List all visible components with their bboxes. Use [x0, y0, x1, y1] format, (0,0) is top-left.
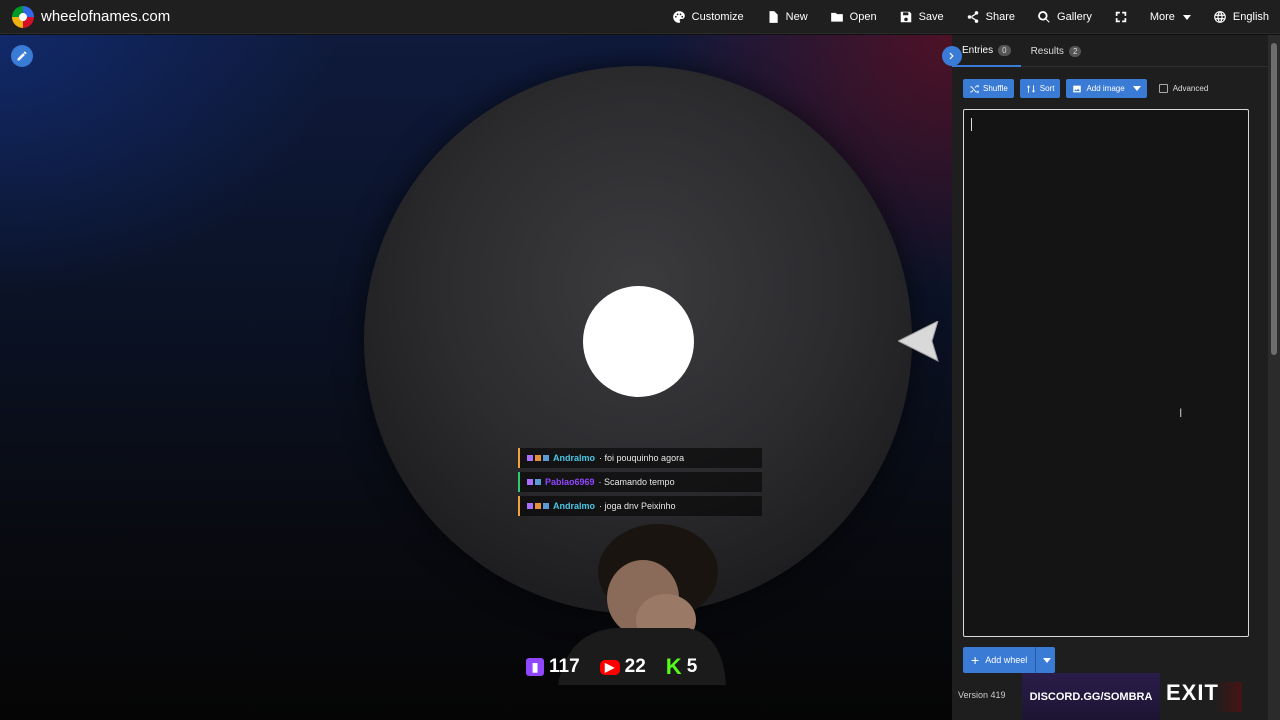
- more-button[interactable]: More: [1139, 0, 1202, 34]
- search-icon: [1038, 11, 1050, 23]
- youtube-viewers: ▶ 22: [599, 656, 646, 678]
- caret-down-icon: [1182, 14, 1191, 20]
- chat-text: · foi pouquinho agora: [599, 453, 685, 463]
- advanced-label: Advanced: [1172, 84, 1209, 93]
- add-wheel-button[interactable]: + Add wheel: [963, 647, 1036, 673]
- panel-tabs: Entries 0 Results 2: [952, 35, 1268, 67]
- discord-overlay: DISCORD.GG/SOMBRA: [1022, 673, 1160, 720]
- chat-username: Andralmo: [553, 501, 596, 511]
- fullscreen-button[interactable]: [1103, 0, 1139, 34]
- chat-message: Andralmo · foi pouquinho agora: [518, 448, 762, 468]
- gallery-label: Gallery: [1057, 11, 1092, 23]
- chevron-right-icon: [949, 52, 954, 60]
- tab-results-label: Results: [1030, 45, 1064, 57]
- ibeam-cursor-icon: I: [1179, 406, 1183, 420]
- sort-button[interactable]: Sort: [1019, 79, 1061, 98]
- chat-badges-icon: [527, 503, 549, 509]
- youtube-icon: ▶: [599, 659, 620, 675]
- pencil-icon: [17, 51, 27, 61]
- scrollbar-thumb[interactable]: [1271, 43, 1277, 355]
- palette-icon: [672, 11, 685, 23]
- entries-textarea[interactable]: [963, 109, 1249, 637]
- top-bar: wheelofnames.com Customize New Open Save…: [0, 0, 1280, 34]
- share-icon: [967, 11, 978, 23]
- fullscreen-icon: [1115, 11, 1127, 23]
- chat-text: · joga dnv Peixinho: [599, 501, 676, 511]
- add-image-button[interactable]: Add image: [1066, 79, 1147, 98]
- new-label: New: [785, 11, 808, 23]
- add-wheel-label: Add wheel: [985, 655, 1028, 665]
- chat-badges-icon: [527, 455, 549, 461]
- save-label: Save: [918, 11, 944, 23]
- add-wheel-group: + Add wheel: [963, 647, 1056, 673]
- chat-message: Andralmo · joga dnv Peixinho: [518, 496, 762, 516]
- advanced-checkbox[interactable]: [1158, 84, 1168, 93]
- caret-down-icon: [1132, 86, 1141, 91]
- image-icon: [1073, 85, 1082, 92]
- twitch-count: 117: [549, 656, 580, 677]
- shuffle-icon: [970, 83, 979, 94]
- more-label: More: [1149, 11, 1175, 23]
- chat-username: Pablao6969: [545, 477, 595, 487]
- tab-entries[interactable]: Entries 0: [952, 35, 1021, 67]
- shuffle-button[interactable]: Shuffle: [963, 79, 1014, 98]
- kick-count: 5: [686, 656, 698, 677]
- tab-results[interactable]: Results 2: [1021, 35, 1092, 67]
- open-button[interactable]: Open: [819, 0, 888, 34]
- entries-toolbar: Shuffle Sort Add image Advanced: [963, 79, 1208, 98]
- sort-icon: [1026, 84, 1035, 93]
- advanced-toggle[interactable]: Advanced: [1158, 84, 1209, 93]
- gallery-button[interactable]: Gallery: [1026, 0, 1103, 34]
- tab-entries-count: 0: [998, 44, 1011, 56]
- wheel-pointer-icon: [898, 321, 939, 362]
- chat-message: Pablao6969 · Scamando tempo: [518, 472, 762, 492]
- text-caret: [971, 118, 972, 131]
- new-button[interactable]: New: [755, 0, 819, 34]
- site-name[interactable]: wheelofnames.com: [41, 8, 170, 25]
- chat-text: · Scamando tempo: [598, 477, 675, 487]
- twitch-viewers: ▮ 117: [526, 656, 580, 678]
- save-button[interactable]: Save: [888, 0, 955, 34]
- tab-entries-label: Entries: [962, 44, 994, 56]
- exit-logo: EXIT: [1162, 680, 1242, 712]
- customize-label: Customize: [691, 11, 744, 23]
- add-wheel-dropdown[interactable]: [1035, 647, 1056, 673]
- twitch-icon: ▮: [526, 658, 544, 676]
- kick-icon: K: [665, 654, 682, 679]
- chat-badges-icon: [527, 479, 541, 485]
- customize-button[interactable]: Customize: [661, 0, 755, 34]
- youtube-count: 22: [624, 656, 646, 677]
- plus-icon: +: [971, 652, 980, 668]
- wheel-logo-icon[interactable]: [12, 5, 34, 28]
- folder-icon: [830, 12, 843, 22]
- page-scrollbar[interactable]: [1268, 35, 1280, 720]
- tab-results-count: 2: [1068, 45, 1082, 57]
- caret-down-icon: [1042, 657, 1051, 663]
- save-icon: [900, 11, 911, 23]
- sort-label: Sort: [1039, 84, 1055, 93]
- kick-viewers: K 5: [665, 654, 698, 679]
- chat-username: Andralmo: [553, 453, 596, 463]
- share-button[interactable]: Share: [955, 0, 1026, 34]
- stream-chat-overlay: Andralmo · foi pouquinho agora Pablao696…: [518, 448, 762, 520]
- open-label: Open: [849, 11, 877, 23]
- shuffle-label: Shuffle: [983, 84, 1008, 93]
- wheel-center-hub[interactable]: [583, 286, 694, 397]
- add-image-label: Add image: [1086, 84, 1125, 93]
- version-label: Version 419: [958, 690, 1006, 700]
- top-menu: Customize New Open Save Share Gallery Mo…: [661, 0, 1280, 34]
- entries-panel: Entries 0 Results 2 Shuffle Sort Add ima…: [942, 35, 1268, 720]
- edit-wheel-button[interactable]: [11, 45, 33, 67]
- collapse-panel-button[interactable]: [942, 46, 962, 66]
- language-button[interactable]: English: [1202, 0, 1280, 34]
- file-icon: [769, 11, 778, 23]
- viewer-stats: ▮ 117 ▶ 22 K 5: [526, 654, 698, 679]
- globe-icon: [1214, 11, 1226, 23]
- share-label: Share: [985, 11, 1016, 23]
- language-label: English: [1232, 11, 1269, 23]
